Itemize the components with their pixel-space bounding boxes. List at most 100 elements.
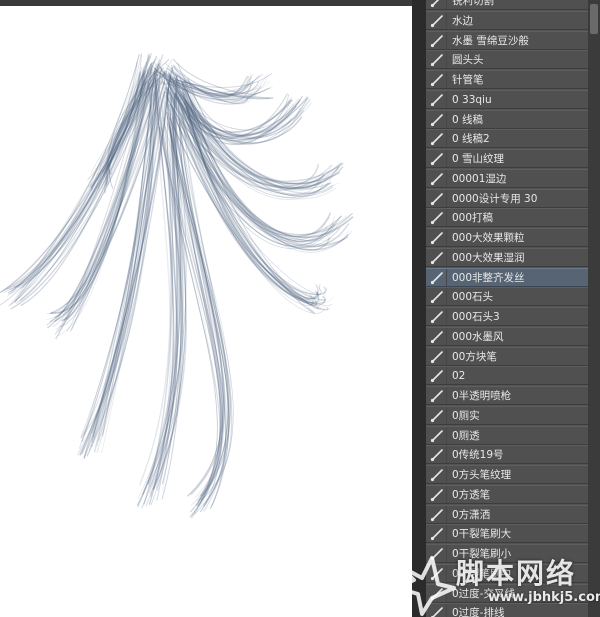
- hair-strand: [7, 71, 140, 290]
- brush-preset-label: 000石头3: [452, 311, 500, 323]
- brush-preset-row[interactable]: 0干裂笔刷大: [426, 524, 588, 544]
- row-separator: [446, 367, 447, 385]
- brush-tip-icon: [430, 113, 443, 126]
- brush-preset-row[interactable]: 00001湿边: [426, 168, 588, 188]
- brush-preset-label: 0 线稿2: [452, 133, 490, 146]
- brush-preset-label: 0过度-交叉线: [452, 587, 515, 600]
- row-separator: [446, 71, 447, 88]
- brush-preset-row[interactable]: 水边: [426, 10, 588, 30]
- brush-preset-row[interactable]: 000打稿: [426, 208, 588, 228]
- row-separator: [446, 505, 447, 523]
- brush-preset-row[interactable]: 0传统19号: [426, 445, 588, 465]
- brush-preset-row[interactable]: 0 线稿2: [426, 129, 588, 149]
- row-separator: [446, 130, 447, 148]
- brush-preset-label: 0半透明喷枪: [452, 390, 512, 402]
- brush-preset-label: 水边: [452, 14, 473, 27]
- row-separator: [446, 51, 447, 69]
- row-separator: [446, 426, 447, 444]
- brush-preset-row[interactable]: 0方透笔: [426, 484, 588, 504]
- row-separator: [446, 545, 447, 562]
- brush-tip-icon: [430, 153, 443, 166]
- row-separator: [446, 150, 447, 167]
- brush-tip-icon: [430, 469, 443, 482]
- brush-tip-icon: [430, 251, 443, 264]
- brush-preset-label: 0方潇洒: [452, 508, 491, 521]
- brush-preset-row[interactable]: 0厕透: [426, 425, 588, 445]
- brush-preset-label: 0干裂笔刷小: [452, 548, 512, 560]
- hair-strand: [5, 71, 141, 290]
- brush-preset-label: 0方头笔纹理: [452, 469, 512, 481]
- row-separator: [446, 584, 447, 602]
- brush-tip-icon: [430, 291, 443, 304]
- brush-preset-row[interactable]: 0干裂笔刷小: [426, 544, 588, 563]
- brush-preset-row[interactable]: 000大效果湿润: [426, 247, 588, 267]
- brush-preset-row[interactable]: 02: [426, 366, 588, 386]
- row-separator: [446, 90, 447, 108]
- brush-preset-row[interactable]: 水墨 雪绵豆沙般: [426, 30, 588, 50]
- drawing-canvas[interactable]: [0, 6, 412, 617]
- brush-preset-row[interactable]: 0 线稿: [426, 109, 588, 129]
- brush-tip-icon: [430, 528, 443, 541]
- brush-preset-row[interactable]: 0000设计专用 30: [426, 188, 588, 208]
- hair-strand: [9, 52, 142, 295]
- row-separator: [446, 446, 447, 464]
- brush-tip-icon: [430, 330, 443, 343]
- brush-preset-label: 0传统19号: [452, 449, 504, 462]
- brush-preset-label: 00方块笔: [452, 350, 497, 363]
- brush-tip-icon: [430, 133, 443, 146]
- brush-tip-icon: [430, 34, 443, 47]
- brush-preset-row[interactable]: 圆头头: [426, 50, 588, 70]
- brush-preset-row[interactable]: 0干裂笔刷中: [426, 563, 588, 583]
- brush-preset-label: 针管笔: [452, 74, 484, 86]
- row-separator: [446, 327, 447, 345]
- brush-preset-row[interactable]: 0厕实: [426, 405, 588, 425]
- brush-preset-label: 000水墨风: [452, 330, 504, 343]
- scrollbar-thumb[interactable]: [590, 4, 598, 34]
- brush-preset-label: 000石头: [452, 291, 494, 304]
- row-separator: [446, 347, 447, 365]
- brush-preset-row[interactable]: 000水墨风: [426, 326, 588, 346]
- row-separator: [446, 11, 447, 29]
- brush-preset-row[interactable]: 0半透明喷枪: [426, 386, 588, 405]
- brush-tip-icon: [430, 74, 443, 87]
- brush-preset-label: 0过度-排线: [452, 607, 505, 617]
- brush-preset-label: 0干裂笔刷大: [452, 528, 512, 541]
- brush-preset-row[interactable]: 0 33qiu: [426, 89, 588, 109]
- brush-preset-label: 0厕实: [452, 409, 480, 422]
- brush-panel-scrollbar[interactable]: [588, 0, 600, 617]
- brush-preset-row[interactable]: 000石头: [426, 287, 588, 307]
- brush-preset-label: 水墨 雪绵豆沙般: [452, 34, 529, 47]
- row-separator: [446, 387, 447, 404]
- brush-tip-icon: [430, 54, 443, 67]
- brush-preset-list: 锐利切割水边水墨 雪绵豆沙般圆头头针管笔 0 33qiu 0 线稿 0 线稿2 0 雪山…: [426, 0, 588, 617]
- brush-preset-row[interactable]: 锐利切割: [426, 0, 588, 10]
- brush-tip-icon: [430, 192, 443, 205]
- row-separator: [446, 268, 447, 286]
- row-separator: [446, 308, 447, 325]
- row-separator: [446, 209, 447, 227]
- brush-tip-icon: [431, 607, 443, 617]
- panel-divider: [412, 0, 426, 617]
- brush-preset-row[interactable]: 针管笔: [426, 70, 588, 89]
- brush-preset-row[interactable]: 000大效果颗粒: [426, 228, 588, 247]
- brush-preset-row[interactable]: 0 雪山纹理: [426, 149, 588, 168]
- brush-preset-row[interactable]: 000石头3: [426, 307, 588, 326]
- brush-preset-label: 0方透笔: [452, 488, 491, 501]
- brush-tip-icon: [430, 350, 443, 363]
- row-separator: [446, 406, 447, 424]
- brush-tip-icon: [430, 508, 443, 521]
- brush-preset-label: 0厕透: [452, 429, 480, 442]
- brush-preset-row[interactable]: 00方块笔: [426, 346, 588, 366]
- brush-preset-row[interactable]: 0方头笔纹理: [426, 465, 588, 484]
- brush-tip-icon: [430, 212, 443, 225]
- brush-preset-row[interactable]: 0过度-交叉线: [426, 583, 588, 603]
- brush-tip-icon: [430, 548, 443, 561]
- brush-preset-row[interactable]: 0方潇洒: [426, 504, 588, 524]
- brush-tip-icon: [430, 172, 443, 185]
- row-separator: [446, 564, 447, 582]
- brush-tip-icon: [430, 271, 443, 284]
- brush-preset-label: 000大效果湿润: [452, 251, 525, 264]
- brush-preset-row[interactable]: 0过度-排线: [426, 603, 588, 617]
- brush-tip-icon: [430, 93, 443, 106]
- brush-preset-row[interactable]: 000非整齐发丝: [426, 267, 588, 287]
